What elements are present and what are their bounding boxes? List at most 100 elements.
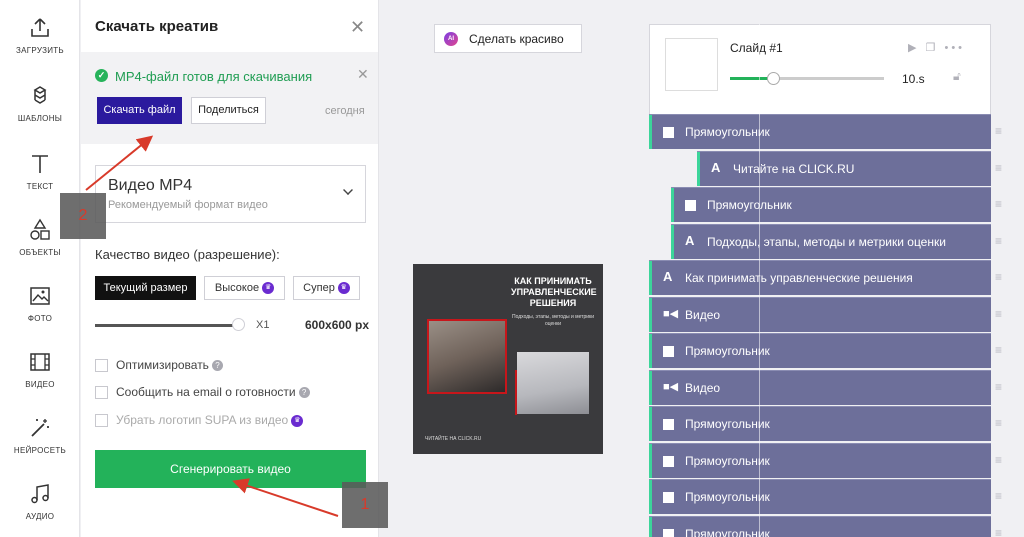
drag-handle-icon[interactable]: ≡ (995, 124, 1002, 138)
layer-row[interactable]: Прямоугольник (649, 479, 991, 514)
toolbar-item-text[interactable]: ТЕКСТ (0, 152, 80, 191)
dismiss-icon[interactable]: ✕ (357, 66, 369, 83)
layer-name: Прямоугольник (685, 125, 770, 139)
duration-slider[interactable] (730, 77, 884, 80)
email-notify-checkbox[interactable] (95, 386, 108, 399)
layer-row[interactable]: ■◀ Видео (649, 296, 991, 332)
layer-row[interactable]: A Как принимать управленческие решения (649, 260, 991, 295)
drag-handle-icon[interactable]: ≡ (995, 307, 1002, 321)
magic-wand-icon (31, 419, 49, 437)
layer-row[interactable]: A Подходы, этапы, методы и метрики оценки (671, 223, 991, 259)
drag-handle-icon[interactable]: ≡ (995, 270, 1002, 284)
duration-handle[interactable] (767, 72, 781, 85)
rectangle-layer-icon (663, 455, 674, 467)
toolbar-item-templates[interactable]: ШАБЛОНЫ (0, 84, 80, 123)
layer-name: Прямоугольник (685, 490, 770, 504)
option-label: Сообщить на email о готовности (116, 385, 296, 399)
layer-accent (649, 261, 652, 295)
toolbar-item-photo[interactable]: ФОТО (0, 284, 80, 323)
layer-row[interactable]: Прямоугольник (649, 515, 991, 537)
generate-video-button[interactable]: Сгенерировать видео (95, 450, 366, 488)
remove-logo-checkbox[interactable] (95, 414, 108, 427)
resolution-slider[interactable] (95, 324, 241, 327)
drag-handle-icon[interactable]: ≡ (995, 161, 1002, 175)
copy-icon[interactable]: ❐ (926, 42, 939, 54)
quality-super-button[interactable]: Супер ♛ (293, 276, 360, 300)
text-icon (32, 155, 48, 173)
left-toolbar: ЗАГРУЗИТЬ ШАБЛОНЫ ТЕКСТ ОБЪЕКТЫ ФОТО ВИД… (0, 0, 80, 537)
toolbar-item-upload[interactable]: ЗАГРУЗИТЬ (0, 16, 80, 55)
layer-name: Прямоугольник (685, 344, 770, 358)
toolbar-item-audio[interactable]: АУДИО (0, 482, 80, 521)
more-icon[interactable]: ••• (944, 42, 965, 54)
layer-name: Прямоугольник (685, 417, 770, 431)
panel-title: Скачать креатив (95, 18, 219, 35)
beautify-button[interactable]: AI Сделать красиво (434, 24, 582, 53)
slider-handle[interactable] (232, 318, 245, 331)
drag-handle-icon[interactable]: ≡ (995, 489, 1002, 503)
creative-title: КАК ПРИНИМАТЬ УПРАВЛЕНЧЕСКИЕ РЕШЕНИЯ (511, 276, 597, 308)
crown-icon: ♛ (291, 414, 304, 427)
layer-row[interactable]: A Читайте на CLICK.RU (697, 150, 991, 186)
lock-icon[interactable]: 🔓︎ (953, 69, 961, 84)
rectangle-layer-icon (663, 127, 674, 138)
video-layer-icon: ■◀ (663, 307, 679, 320)
layer-accent (649, 480, 652, 514)
layer-accent (649, 334, 652, 368)
share-button[interactable]: Поделиться (191, 97, 266, 124)
quality-current-size-button[interactable]: Текущий размер (95, 276, 196, 300)
quality-option-label: Высокое (214, 282, 260, 294)
beautify-label: Сделать красиво (469, 32, 564, 46)
step-badge-1: 1 (342, 482, 388, 528)
optimize-checkbox[interactable] (95, 359, 108, 372)
slide-title: Слайд #1 (730, 41, 783, 55)
layer-name: Прямоугольник (707, 198, 792, 212)
layer-name: Подходы, этапы, методы и метрики оценки (707, 234, 946, 249)
layer-accent (671, 224, 674, 259)
slide-card[interactable]: Слайд #1 ▶ ❐ ••• 10.s 🔓︎ (649, 24, 991, 116)
quality-high-button[interactable]: Высокое ♛ (204, 276, 285, 300)
format-select[interactable]: Видео MP4 Рекомендуемый формат видео (95, 165, 366, 223)
layer-row[interactable]: Прямоугольник (649, 333, 991, 368)
drag-handle-icon[interactable]: ≡ (995, 234, 1002, 248)
toolbar-label: ВИДЕО (25, 380, 55, 389)
drag-handle-icon[interactable]: ≡ (995, 416, 1002, 430)
layer-row[interactable]: Прямоугольник (649, 442, 991, 478)
slide-actions: ▶ ❐ ••• (908, 41, 965, 54)
quality-option-label: Текущий размер (103, 282, 188, 294)
drag-handle-icon[interactable]: ≡ (995, 453, 1002, 467)
drag-handle-icon[interactable]: ≡ (995, 526, 1002, 537)
creative-preview[interactable]: КАК ПРИНИМАТЬ УПРАВЛЕНЧЕСКИЕ РЕШЕНИЯ Под… (413, 264, 603, 454)
rectangle-layer-icon (663, 346, 674, 357)
close-icon[interactable]: ✕ (350, 17, 365, 38)
help-icon[interactable]: ? (211, 360, 223, 372)
layer-accent (649, 370, 652, 405)
layer-row[interactable]: Прямоугольник (671, 187, 991, 222)
download-file-button[interactable]: Скачать файл (97, 97, 182, 124)
help-icon[interactable]: ? (298, 387, 310, 399)
drag-handle-icon[interactable]: ≡ (995, 197, 1002, 211)
layer-row[interactable]: Прямоугольник (649, 406, 991, 441)
ready-notification: ✓ MP4-файл готов для скачивания ✕ Скачат… (81, 52, 378, 144)
music-icon (31, 484, 49, 504)
rectangle-layer-icon (663, 419, 674, 430)
scale-value: X1 (256, 319, 270, 331)
play-icon[interactable]: ▶ (908, 42, 919, 54)
video-icon (30, 353, 50, 371)
layer-row[interactable]: Прямоугольник (649, 114, 991, 149)
toolbar-item-video[interactable]: ВИДЕО (0, 350, 80, 389)
ai-icon: AI (444, 32, 458, 46)
toolbar-item-neural[interactable]: НЕЙРОСЕТЬ (0, 416, 80, 455)
layer-name: Прямоугольник (685, 453, 770, 468)
layer-row[interactable]: ■◀ Видео (649, 369, 991, 405)
layer-name: Видео (685, 307, 721, 322)
slide-thumbnail (665, 38, 718, 91)
slide-duration: 10.s (902, 72, 925, 86)
photo-icon (30, 287, 50, 305)
drag-handle-icon[interactable]: ≡ (995, 343, 1002, 357)
crown-icon: ♛ (337, 282, 350, 295)
layer-name: Прямоугольник (685, 526, 770, 537)
upload-icon (31, 18, 49, 37)
drag-handle-icon[interactable]: ≡ (995, 380, 1002, 394)
layer-name: Как принимать управленческие решения (685, 271, 913, 285)
